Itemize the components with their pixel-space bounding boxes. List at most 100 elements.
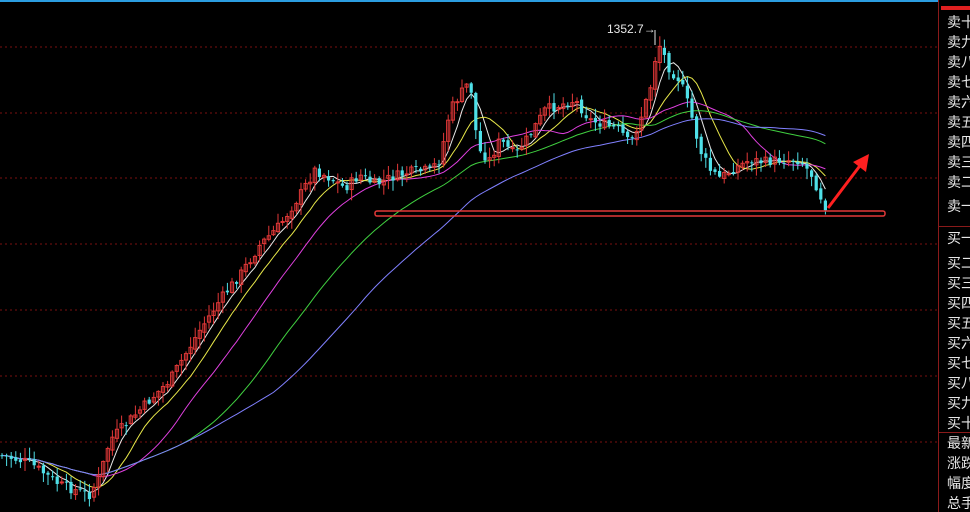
candle-body-down [18,459,22,463]
order-book-sell-5: 卖五 [947,115,970,131]
order-book-sell-1: 卖一 [947,199,970,215]
candle-body-down [672,74,676,79]
candle-body-down [368,176,372,183]
order-book-buy-10: 买十 [947,416,970,432]
candle-body-down [515,149,519,151]
candle-body-down [331,180,335,182]
candle-body-down [469,83,473,93]
order-book-sell-8: 卖八 [947,55,970,71]
candle-body-down [626,131,630,138]
candle-body-down [124,425,128,427]
candle-body-down [777,158,781,163]
candle-body-down [64,481,68,483]
order-book-buy-9: 买九 [947,396,970,412]
candle-body-down [713,169,717,172]
candle-body-down [819,188,823,200]
order-book-buy-3: 买三 [947,276,970,292]
candle-body-up [280,220,285,223]
candle-body-down [14,457,18,461]
candle-body-down [699,136,703,155]
candle-body-down [501,139,505,142]
order-book-buy-4: 买四 [947,296,970,312]
candle-body-down [428,165,432,167]
candle-body-down [0,455,4,457]
candle-body-down [796,161,800,165]
candle-body-down [225,290,229,293]
candle-body-down [147,399,151,404]
panel-header-bar [941,6,970,10]
candle-body-down [327,176,331,181]
candle-body-down [630,137,634,139]
order-book-buy-6: 买六 [947,336,970,352]
candle-body-down [478,130,482,152]
candle-body-down [566,105,570,108]
candle-body-down [593,117,597,123]
up-arrow-shaft [826,162,864,209]
ma-white-line [1,62,826,493]
candle-body-down [41,465,45,474]
order-book-sell-7: 卖七 [947,75,970,91]
moving-averages [1,62,826,493]
candle-body-down [681,79,685,85]
candle-body-down [529,134,533,136]
order-book-summary-3: 总手 [947,496,970,512]
candle-body-down [708,157,712,171]
candle-body-down [676,77,680,82]
candle-body-down [768,157,772,165]
candle-body-down [78,488,82,490]
candle-body-up [588,118,593,121]
candle-body-down [791,160,795,163]
order-book-buy-2: 买二 [947,256,970,272]
candle-body-down [5,455,9,457]
candle-body-down [400,170,404,176]
candle-body-down [483,152,487,161]
candle-body-down [612,125,616,127]
candle-body-down [718,171,722,177]
candle-body-down [414,166,418,168]
support-line-box [374,210,886,217]
candle-body-down [46,472,50,475]
candle-body-down [810,170,814,177]
sell-buy-divider [939,226,970,227]
candle-body-down [704,153,708,158]
candle-body-down [695,116,699,139]
candle-body-down [800,163,804,165]
candle-body-up [574,101,580,104]
candle-body-down [391,176,395,181]
ma-green-line [1,110,826,476]
candle-body-down [87,492,91,500]
order-book-sell-2: 卖二 [947,175,970,191]
candle-body-down [419,168,423,172]
order-book-summary-2: 幅度 [947,476,970,492]
peak-price-label: 1352.7→ [607,22,656,36]
candle-body-up [59,481,64,484]
order-book-buy-1: 买一 [947,231,970,247]
candle-body-down [340,183,344,186]
candle-body-down [685,85,689,99]
candle-body-down [662,47,666,55]
candle-body-down [69,481,73,494]
candle-body-up [455,101,460,104]
candle-body-down [28,458,32,460]
order-book-sell-10: 卖十 [947,15,970,31]
candle-body-up [335,181,340,184]
annotations [374,30,886,217]
candle-body-down [731,172,735,174]
candle-body-down [51,476,55,478]
ma-magenta-line [1,101,826,478]
order-book-sell-9: 卖九 [947,35,970,51]
candle-body-up [726,173,731,176]
order-book-sell-3: 卖三 [947,155,970,171]
candlestick-chart[interactable]: 1352.7→ [0,0,938,512]
candle-body-down [607,120,611,127]
candle-body-down [363,175,367,177]
candle-body-down [437,164,441,166]
order-book-sell-6: 卖六 [947,95,970,111]
order-book-buy-5: 买五 [947,316,970,332]
candle-body-down [9,455,13,459]
candle-body-down [377,178,381,185]
candle-body-down [580,99,584,114]
candle-body-down [552,103,556,112]
price-chart-area[interactable]: 1352.7→ [0,0,938,512]
candle-body-down [32,459,36,466]
